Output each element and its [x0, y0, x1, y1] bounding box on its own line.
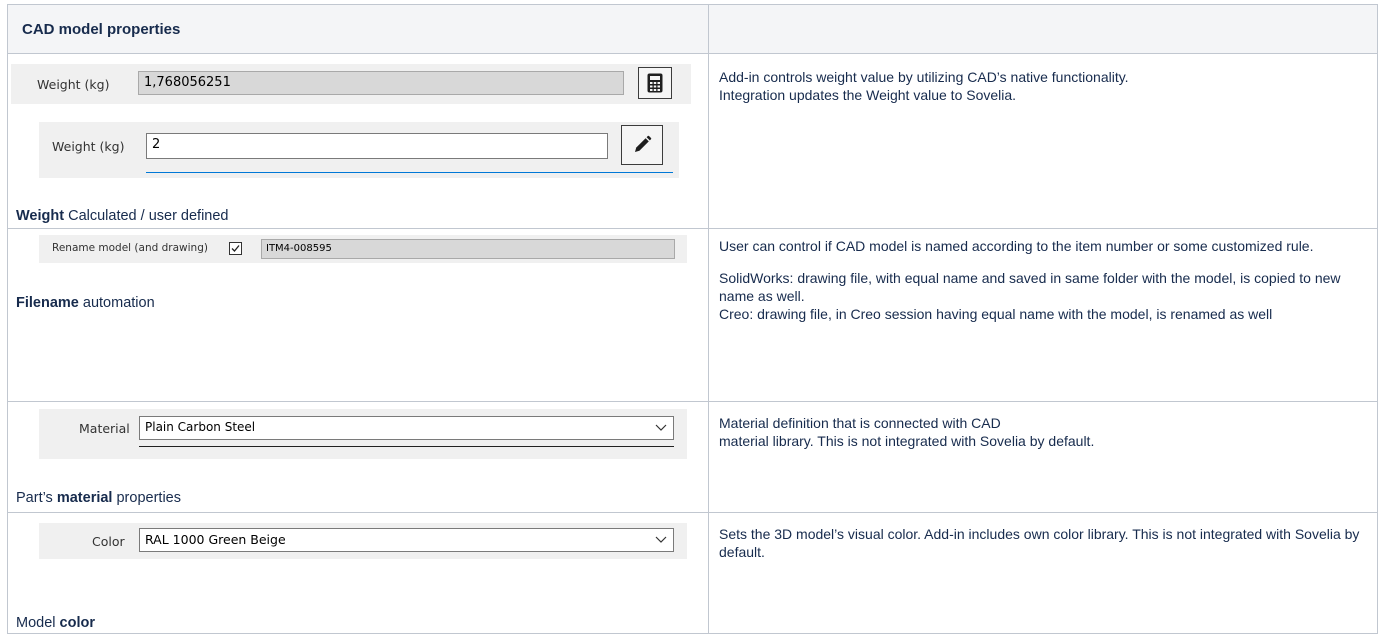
- rename-panel: Rename model (and drawing) ITM4-008595: [39, 235, 687, 263]
- table-row: Weight (kg) 1,768056251 Weight (kg) 2 We…: [7, 53, 1378, 229]
- table-header-row: CAD model properties: [7, 4, 1378, 54]
- filename-description-para-2: SolidWorks: drawing file, with equal nam…: [719, 270, 1341, 304]
- material-selected-value: Plain Carbon Steel: [145, 420, 256, 434]
- color-label: Color: [92, 534, 125, 549]
- table-row: Material Plain Carbon Steel Part’s mater…: [7, 401, 1378, 513]
- header-cad-model-properties: CAD model properties: [7, 4, 709, 54]
- weight-caption: Weight Calculated / user defined: [16, 208, 229, 224]
- focus-underline: [146, 172, 673, 173]
- weight-description-cell: Add-in controls weight value by utilizin…: [708, 53, 1378, 229]
- filename-description-cell: User can control if CAD model is named a…: [708, 228, 1378, 402]
- material-caption: Part’s material properties: [16, 490, 181, 506]
- weight-description-line-2: Integration updates the Weight value to …: [719, 87, 1017, 103]
- rename-checkbox[interactable]: [229, 242, 242, 255]
- weight-user-label: Weight (kg): [52, 139, 125, 154]
- material-label: Material: [79, 421, 130, 436]
- rename-label: Rename model (and drawing): [52, 242, 208, 254]
- weight-calculated-panel: Weight (kg) 1,768056251: [11, 64, 691, 104]
- filename-description-para-3: Creo: drawing file, in Creo session havi…: [719, 306, 1273, 322]
- chevron-down-icon: [655, 536, 667, 543]
- weight-description-line-1: Add-in controls weight value by utilizin…: [719, 69, 1129, 85]
- color-description: Sets the 3D model’s visual color. Add-in…: [719, 526, 1360, 560]
- calculator-icon: [647, 73, 663, 93]
- color-selected-value: RAL 1000 Green Beige: [145, 532, 286, 547]
- material-description-cell: Material definition that is connected wi…: [708, 401, 1378, 513]
- properties-table: CAD model properties Weight (kg) 1,76805…: [7, 4, 1378, 634]
- weight-example-cell: Weight (kg) 1,768056251 Weight (kg) 2 We…: [7, 53, 709, 229]
- material-dropdown[interactable]: Plain Carbon Steel: [139, 416, 674, 440]
- weight-calculated-field[interactable]: 1,768056251: [138, 71, 624, 95]
- table-row: Color RAL 1000 Green Beige Model color S…: [7, 512, 1378, 634]
- weight-calculated-label: Weight (kg): [37, 77, 110, 92]
- color-dropdown[interactable]: RAL 1000 Green Beige: [139, 528, 674, 552]
- calculate-weight-button[interactable]: [638, 67, 672, 99]
- pencil-icon: [635, 135, 652, 152]
- checkmark-icon: [231, 245, 240, 252]
- material-description-line-2: material library. This is not integrated…: [719, 433, 1095, 449]
- weight-user-input[interactable]: 2: [146, 133, 608, 159]
- filename-caption: Filename automation: [16, 295, 155, 311]
- color-panel: Color RAL 1000 Green Beige: [39, 523, 687, 559]
- color-example-cell: Color RAL 1000 Green Beige Model color: [7, 512, 709, 634]
- rename-value-field[interactable]: ITM4-008595: [261, 239, 675, 259]
- edit-weight-button[interactable]: [621, 125, 663, 165]
- color-description-cell: Sets the 3D model’s visual color. Add-in…: [708, 512, 1378, 634]
- header-empty: [708, 4, 1378, 54]
- filename-example-cell: Rename model (and drawing) ITM4-008595 F…: [7, 228, 709, 402]
- chevron-down-icon: [655, 424, 667, 431]
- weight-user-panel: Weight (kg) 2: [39, 122, 679, 178]
- filename-description-para-1: User can control if CAD model is named a…: [719, 238, 1314, 254]
- material-panel: Material Plain Carbon Steel: [39, 409, 687, 459]
- material-underline: [139, 446, 674, 447]
- material-description-line-1: Material definition that is connected wi…: [719, 415, 1001, 431]
- material-example-cell: Material Plain Carbon Steel Part’s mater…: [7, 401, 709, 513]
- table-row: Rename model (and drawing) ITM4-008595 F…: [7, 228, 1378, 402]
